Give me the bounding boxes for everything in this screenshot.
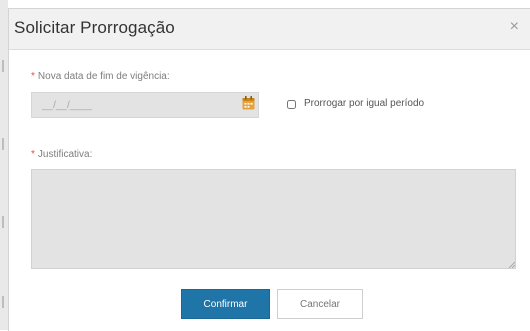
justification-label-text: Justificativa: [37,149,93,160]
background-window-edge [0,0,8,330]
edge-marker [2,296,4,308]
calendar-icon[interactable] [242,96,255,110]
required-marker: * [31,149,35,160]
extend-same-period-label[interactable]: Prorrogar por igual período [304,98,424,109]
edge-marker [2,216,4,228]
dialog-title: Solicitar Prorrogação [14,18,175,37]
edge-marker [2,138,4,150]
justification-textarea[interactable] [31,169,516,269]
end-date-label-text: Nova data de fim de vigência: [37,71,170,82]
close-icon[interactable]: × [510,19,519,35]
justification-label: * Justificativa: [31,149,92,160]
extend-same-period-checkbox[interactable] [287,100,296,109]
resize-handle-icon[interactable] [508,261,515,268]
confirm-button[interactable]: Confirmar [181,289,270,319]
cancel-button[interactable]: Cancelar [277,289,363,319]
dialog-header: Solicitar Prorrogação × [9,9,530,50]
end-date-label: * Nova data de fim de vigência: [31,71,170,82]
end-date-input[interactable] [31,92,259,118]
required-marker: * [31,71,35,82]
extension-request-dialog: Solicitar Prorrogação × * Nova data de fi… [8,8,530,331]
edge-marker [2,60,4,72]
